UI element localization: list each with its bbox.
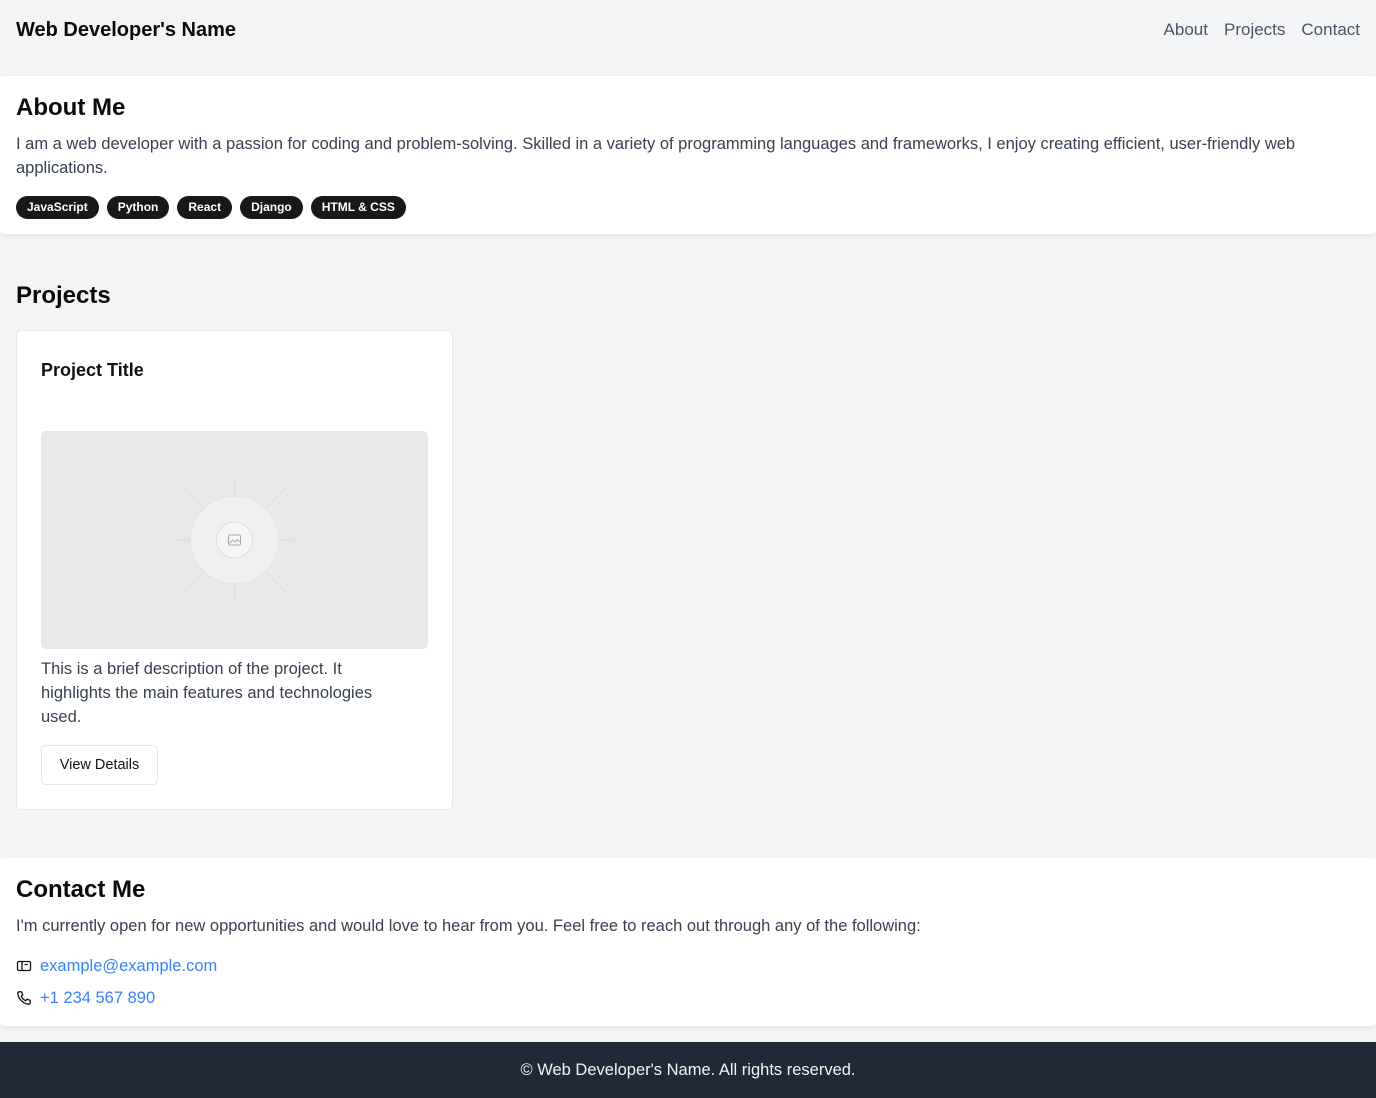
site-brand[interactable]: Web Developer's Name: [16, 19, 236, 42]
phone-link[interactable]: +1 234 567 890: [40, 989, 155, 1008]
skill-badge: Python: [106, 196, 170, 219]
project-description: This is a brief description of the proje…: [41, 660, 373, 726]
view-details-button[interactable]: View Details: [41, 745, 158, 785]
site-header: Web Developer's Name About Projects Cont…: [0, 0, 1376, 60]
project-title: Project Title: [41, 360, 144, 380]
nav-link-projects[interactable]: Projects: [1224, 20, 1285, 40]
footer-copyright: © Web Developer's Name. All rights reser…: [520, 1060, 856, 1079]
skills-list: JavaScript Python React Django HTML & CS…: [16, 196, 1360, 219]
phone-icon: [16, 990, 32, 1006]
about-text: I am a web developer with a passion for …: [16, 135, 1296, 177]
contact-heading: Contact Me: [16, 876, 146, 903]
about-section: About Me I am a web developer with a pas…: [0, 76, 1376, 234]
contact-phone-row: +1 234 567 890: [16, 986, 1360, 1010]
skill-badge: React: [177, 196, 233, 219]
image-placeholder-icon: [174, 480, 295, 600]
contact-text: I'm currently open for new opportunities…: [16, 917, 921, 935]
main-nav: About Projects Contact: [1164, 20, 1360, 40]
site-footer: © Web Developer's Name. All rights reser…: [0, 1042, 1376, 1098]
contact-email-row: example@example.com: [16, 954, 1360, 978]
skill-badge: JavaScript: [16, 196, 99, 219]
project-card: Project Title This is a brief descriptio…: [16, 330, 453, 810]
contact-section: Contact Me I'm currently open for new op…: [0, 858, 1376, 1026]
skill-badge: HTML & CSS: [310, 196, 406, 219]
email-link[interactable]: example@example.com: [40, 957, 217, 976]
projects-heading: Projects: [16, 282, 111, 309]
skill-badge: Django: [240, 196, 303, 219]
projects-section: Projects Project Title This is a brief d…: [16, 282, 453, 810]
project-image: [41, 431, 428, 649]
nav-link-about[interactable]: About: [1164, 20, 1208, 40]
about-heading: About Me: [16, 94, 126, 121]
nav-link-contact[interactable]: Contact: [1301, 20, 1360, 40]
mail-icon: [16, 958, 32, 974]
